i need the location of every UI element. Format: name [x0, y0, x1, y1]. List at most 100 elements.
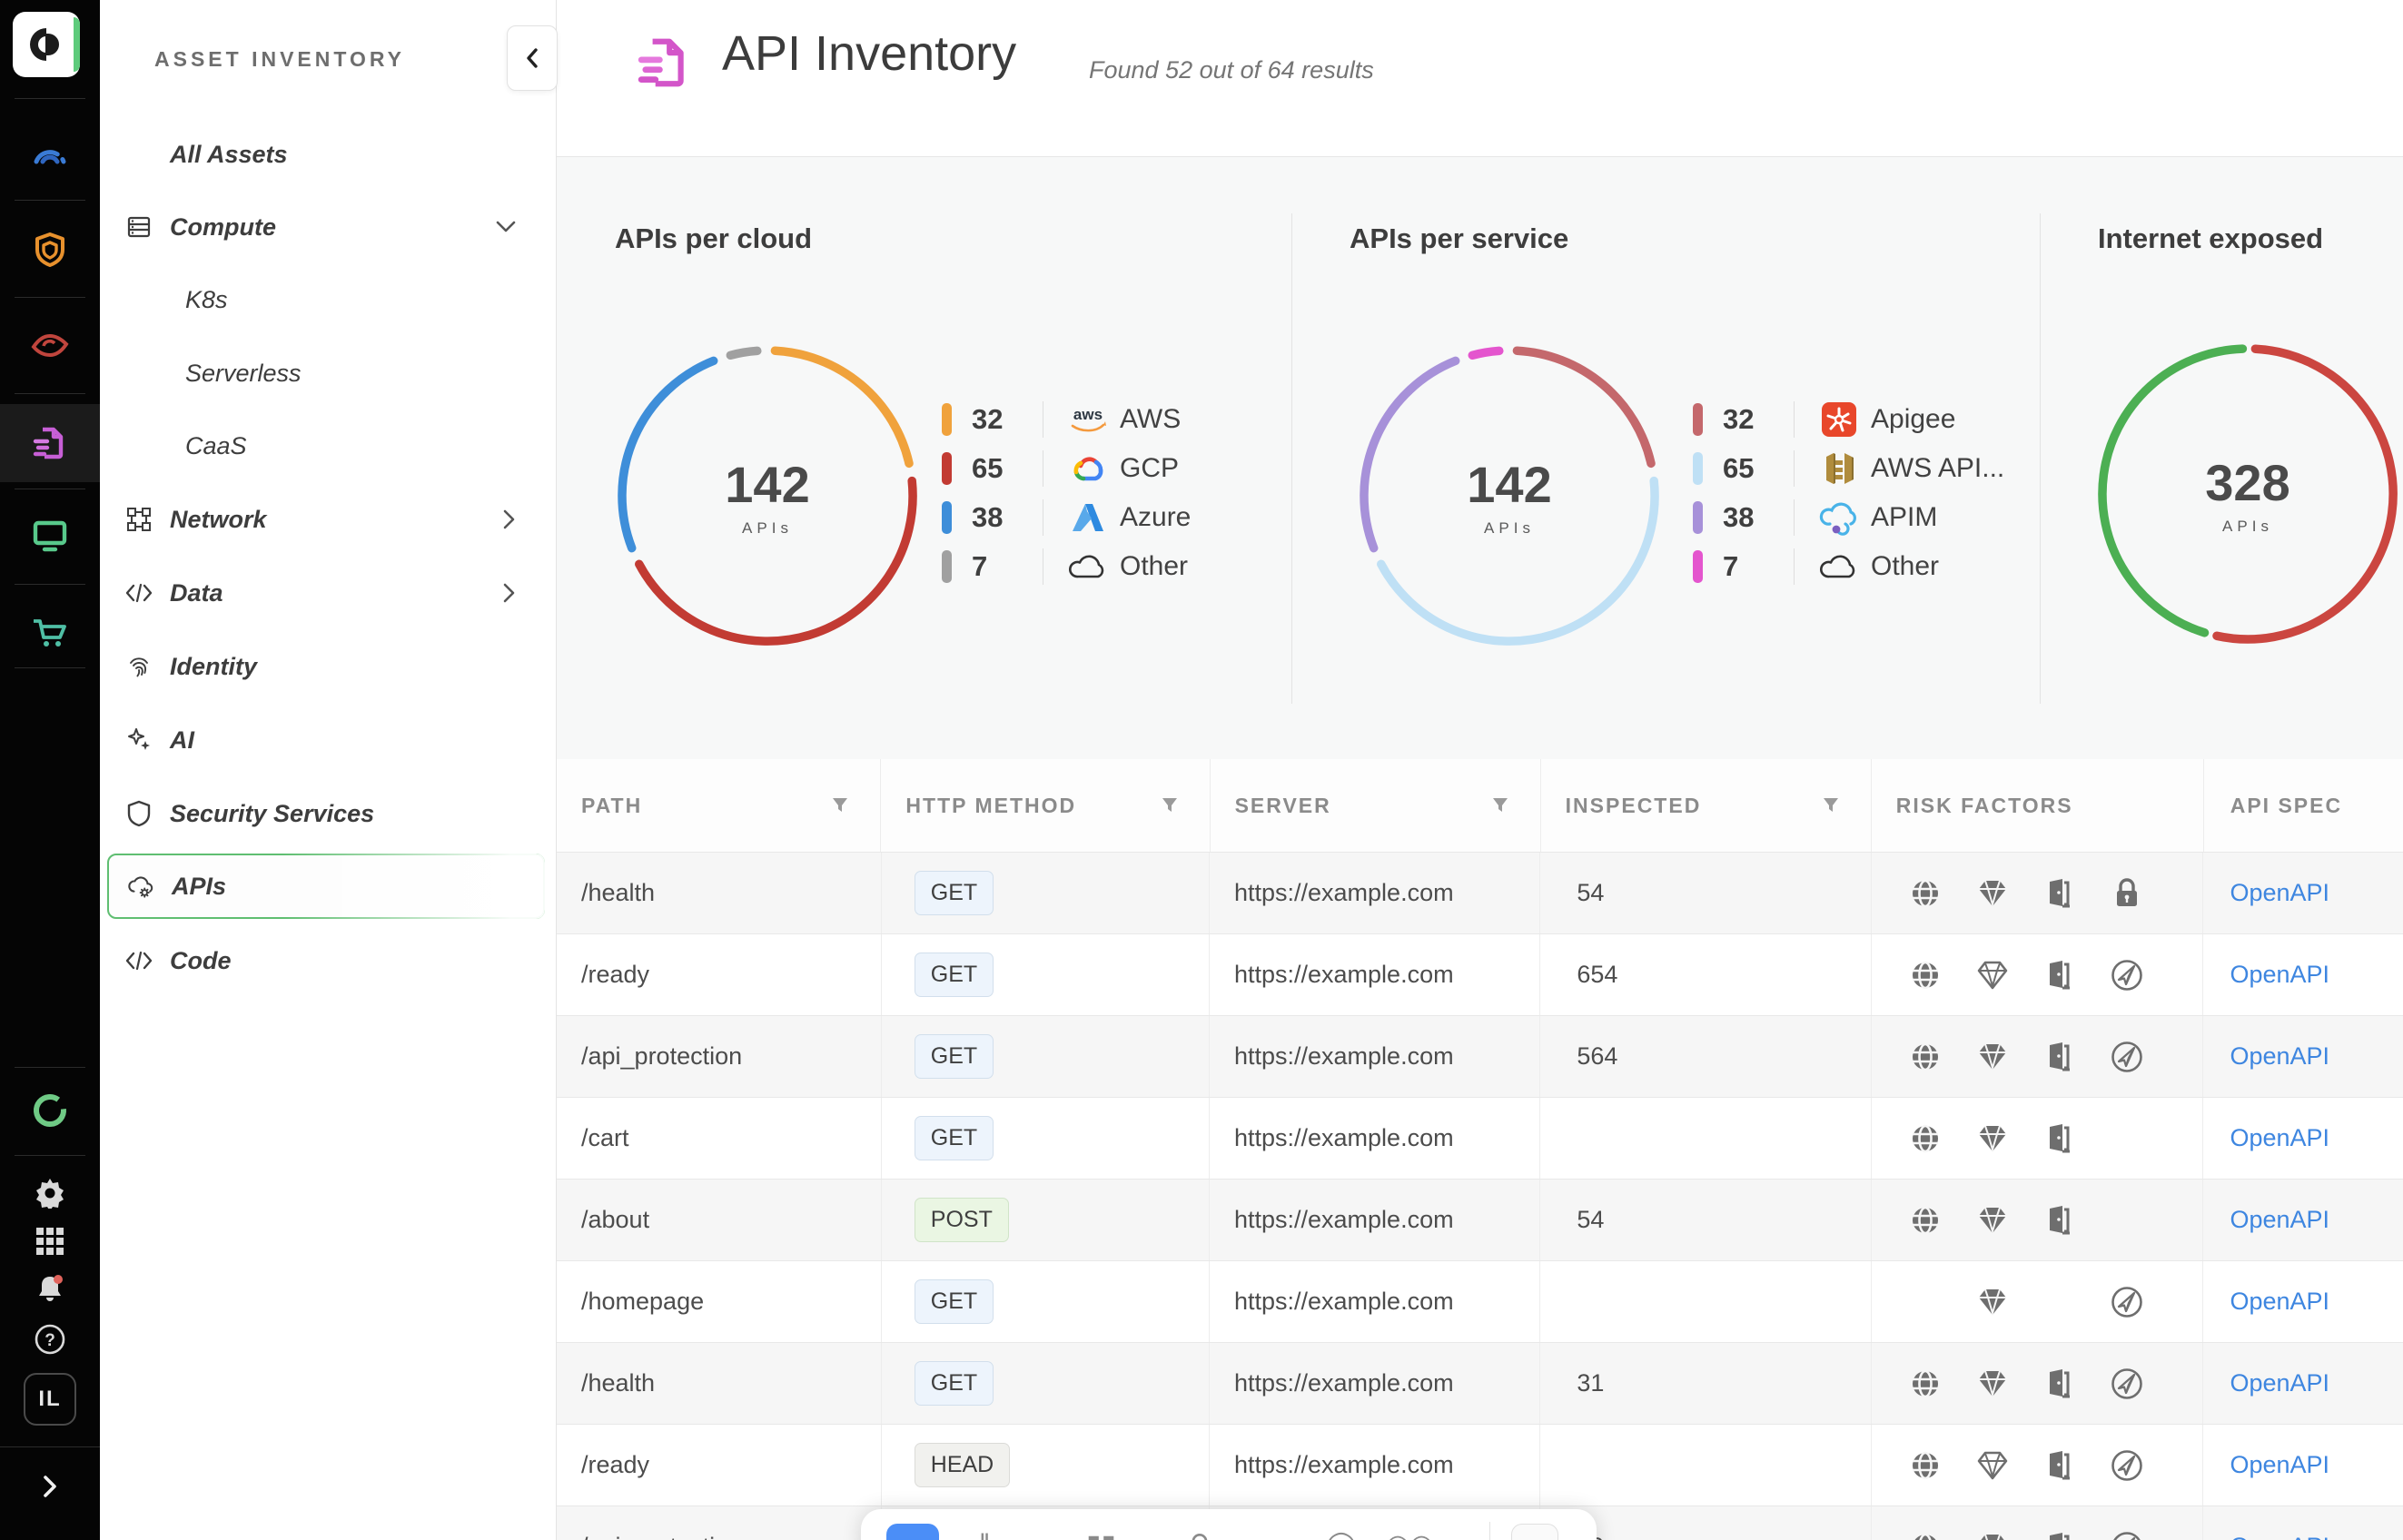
- donut-center: 142APIs: [613, 341, 922, 650]
- table-row[interactable]: /healthGEThttps://example.com54OpenAPI: [557, 853, 2403, 934]
- gcp-icon: [1067, 449, 1109, 489]
- cell-inspected: 31: [1540, 1343, 1872, 1424]
- apigee-icon: [1818, 400, 1860, 439]
- column-header-label: PATH: [581, 794, 642, 818]
- filter-icon[interactable]: [1161, 796, 1179, 814]
- cell-method: GET: [882, 1016, 1210, 1097]
- rail-item-security[interactable]: [0, 217, 100, 282]
- door-icon: [2026, 958, 2093, 992]
- cell-api-spec: OpenAPI: [2203, 934, 2403, 1015]
- chart-title: APIs per service: [1350, 222, 1568, 255]
- rail-item-sync[interactable]: [0, 1078, 100, 1143]
- gem-icon: [1959, 1204, 2026, 1237]
- table-row[interactable]: /aboutPOSThttps://example.com54OpenAPI: [557, 1180, 2403, 1261]
- apim-icon: [1818, 498, 1860, 538]
- cell-risk-factors: [1872, 1425, 2203, 1505]
- table-row[interactable]: /homepageGEThttps://example.comOpenAPI: [557, 1261, 2403, 1343]
- openapi-link[interactable]: OpenAPI: [2230, 879, 2329, 907]
- rail-item-marketplace[interactable]: [0, 600, 100, 666]
- table-row[interactable]: /cartGEThttps://example.comOpenAPI: [557, 1098, 2403, 1180]
- user-icon[interactable]: ⚲: [1190, 1529, 1210, 1540]
- door-icon: [2026, 1040, 2093, 1074]
- filter-icon[interactable]: [1491, 796, 1509, 814]
- pause-icon[interactable]: ‖: [979, 1529, 990, 1540]
- rail-item-detection[interactable]: [0, 312, 100, 378]
- bottom-action-bar: ‖ ▮▮ ⚲ ◯ ◎◎: [861, 1509, 1597, 1540]
- stop-icon[interactable]: ▮▮: [1086, 1529, 1116, 1540]
- chevron-down-icon[interactable]: [496, 221, 516, 233]
- rail-item-observability[interactable]: [0, 117, 100, 183]
- cell-risk-factors: [1872, 1098, 2203, 1179]
- rail-item-workloads[interactable]: [0, 503, 100, 568]
- openapi-link[interactable]: OpenAPI: [2230, 1124, 2329, 1152]
- rail-item-help[interactable]: ?: [0, 1311, 100, 1367]
- chevron-right-icon[interactable]: [503, 583, 516, 603]
- cell-path: /about: [557, 1180, 882, 1260]
- rail-item-notifications[interactable]: [0, 1262, 100, 1317]
- nav-item-network[interactable]: Network: [100, 483, 557, 556]
- nav-item-all-assets[interactable]: All Assets: [100, 118, 557, 191]
- filter-icon[interactable]: [831, 796, 849, 814]
- openapi-link[interactable]: OpenAPI: [2230, 1533, 2329, 1540]
- logo-tile[interactable]: [13, 12, 80, 77]
- rail-item-api[interactable]: [0, 410, 100, 476]
- openapi-link[interactable]: OpenAPI: [2230, 1451, 2329, 1479]
- method-badge: GET: [915, 1361, 994, 1406]
- nav-item-identity[interactable]: Identity: [100, 630, 557, 703]
- nav-item-k8s[interactable]: K8s: [100, 263, 557, 336]
- donut-center: 328APIs: [2093, 340, 2402, 648]
- rail-item-apps-grid[interactable]: [0, 1213, 100, 1269]
- table-row[interactable]: /readyHEADhttps://example.comOpenAPI: [557, 1425, 2403, 1506]
- plane-icon: [2093, 1285, 2161, 1319]
- cell-api-spec: OpenAPI: [2203, 1098, 2403, 1179]
- donut: 142APIs: [1355, 341, 1664, 650]
- collapse-panel-button[interactable]: [507, 25, 558, 91]
- openapi-link[interactable]: OpenAPI: [2230, 1042, 2329, 1071]
- inspected-value: 54: [1577, 1206, 1604, 1234]
- nav-item-apis[interactable]: APIs: [107, 854, 545, 919]
- asset-inventory-panel: ASSET INVENTORY All AssetsComputeK8sServ…: [100, 0, 557, 1540]
- filter-icon[interactable]: [1822, 796, 1840, 814]
- openapi-link[interactable]: OpenAPI: [2230, 1206, 2329, 1234]
- gem-icon: [1959, 1040, 2026, 1074]
- nav-item-security-services[interactable]: Security Services: [100, 777, 557, 850]
- profile-button[interactable]: IL: [24, 1373, 76, 1426]
- rail-expand-button[interactable]: [0, 1460, 100, 1513]
- cell-method: GET: [882, 853, 1210, 933]
- chevron-right-icon[interactable]: [503, 509, 516, 529]
- circle-icon[interactable]: ◯: [1326, 1529, 1357, 1540]
- openapi-link[interactable]: OpenAPI: [2230, 1288, 2329, 1316]
- openapi-link[interactable]: OpenAPI: [2230, 961, 2329, 989]
- plane-icon: [2093, 1040, 2161, 1074]
- cell-risk-factors: [1872, 1261, 2203, 1342]
- openapi-link[interactable]: OpenAPI: [2230, 1369, 2329, 1397]
- cell-server: https://example.com: [1210, 1261, 1540, 1342]
- nav-item-code[interactable]: Code: [100, 924, 557, 997]
- nav-item-caas[interactable]: CaaS: [100, 410, 557, 482]
- legend-label: APIM: [1871, 502, 1937, 533]
- double-circle-icon[interactable]: ◎◎: [1386, 1529, 1433, 1540]
- table-row[interactable]: /readyGEThttps://example.com654OpenAPI: [557, 934, 2403, 1016]
- table-row[interactable]: /healthGEThttps://example.com31OpenAPI: [557, 1343, 2403, 1425]
- chart-internet-exposed: Internet exposed328APIs: [2040, 157, 2403, 760]
- cell-inspected: 54: [1540, 853, 1872, 933]
- column-header-risk-factors: RISK FACTORS: [1872, 759, 2204, 852]
- nav-item-serverless[interactable]: Serverless: [100, 337, 557, 410]
- server-value: https://example.com: [1234, 1206, 1454, 1234]
- nav-item-ai[interactable]: AI: [100, 704, 557, 776]
- nav-item-compute[interactable]: Compute: [100, 191, 557, 263]
- column-header-label: HTTP METHOD: [905, 794, 1076, 818]
- risk-icons: [1872, 877, 2161, 910]
- table-row[interactable]: /api_protectionGEThttps://example.com564…: [557, 1016, 2403, 1098]
- legend-item: 32Apigee: [1693, 395, 2004, 444]
- cell-method: GET: [882, 1261, 1210, 1342]
- primary-action-button[interactable]: [886, 1524, 939, 1540]
- empty-slot: [2093, 1204, 2161, 1237]
- api-doc-icon: [32, 425, 68, 461]
- cell-server: https://example.com: [1210, 853, 1540, 933]
- nav-item-data[interactable]: Data: [100, 557, 557, 629]
- cell-inspected: 654: [1540, 934, 1872, 1015]
- secondary-action-button[interactable]: [1511, 1524, 1558, 1540]
- azure-icon: [1067, 498, 1109, 538]
- legend-label: Other: [1871, 551, 1939, 582]
